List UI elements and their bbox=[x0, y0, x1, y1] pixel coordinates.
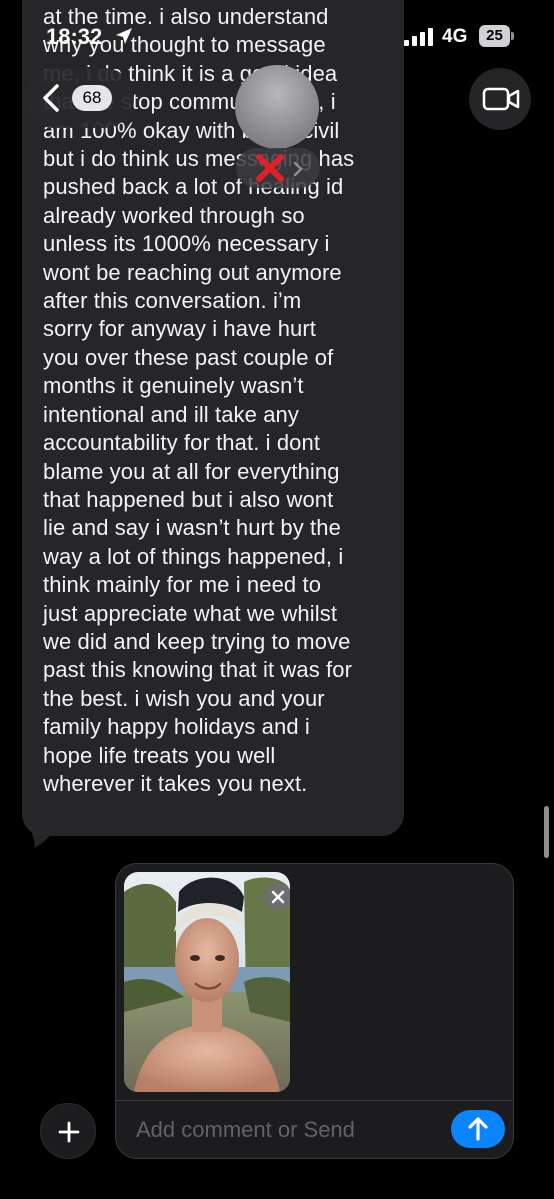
status-bar: 18:32 4G 25 bbox=[0, 0, 554, 62]
photo-attachment[interactable] bbox=[124, 872, 290, 1092]
video-camera-icon bbox=[482, 87, 520, 111]
send-button[interactable] bbox=[451, 1110, 505, 1148]
photo-thumbnail bbox=[124, 872, 290, 1092]
red-x-icon bbox=[256, 154, 284, 182]
remove-attachment-button[interactable] bbox=[264, 883, 290, 911]
comment-input[interactable] bbox=[136, 1112, 436, 1148]
messages-screen: at the time. i also understand why you t… bbox=[0, 0, 554, 1199]
contact-avatar[interactable] bbox=[235, 65, 319, 149]
back-button[interactable]: 68 bbox=[24, 68, 134, 128]
video-call-button[interactable] bbox=[469, 68, 531, 130]
chevron-right-icon bbox=[293, 161, 303, 177]
battery-level: 25 bbox=[479, 25, 510, 47]
close-icon bbox=[271, 890, 285, 904]
bubble-tail bbox=[22, 812, 50, 848]
add-attachment-button[interactable] bbox=[40, 1103, 96, 1159]
compose-divider bbox=[116, 1100, 512, 1101]
battery-indicator: 25 bbox=[479, 25, 515, 47]
battery-cap bbox=[511, 32, 514, 40]
network-type: 4G bbox=[442, 26, 468, 47]
arrow-up-icon bbox=[468, 1117, 488, 1141]
chevron-left-icon bbox=[43, 84, 59, 112]
unread-count-badge: 68 bbox=[72, 85, 112, 111]
cellular-signal-icon bbox=[404, 28, 433, 46]
compose-box bbox=[115, 863, 514, 1159]
plus-icon bbox=[58, 1121, 80, 1143]
status-time: 18:32 bbox=[46, 24, 103, 49]
scroll-indicator[interactable] bbox=[544, 806, 549, 858]
location-arrow-icon bbox=[116, 28, 132, 44]
